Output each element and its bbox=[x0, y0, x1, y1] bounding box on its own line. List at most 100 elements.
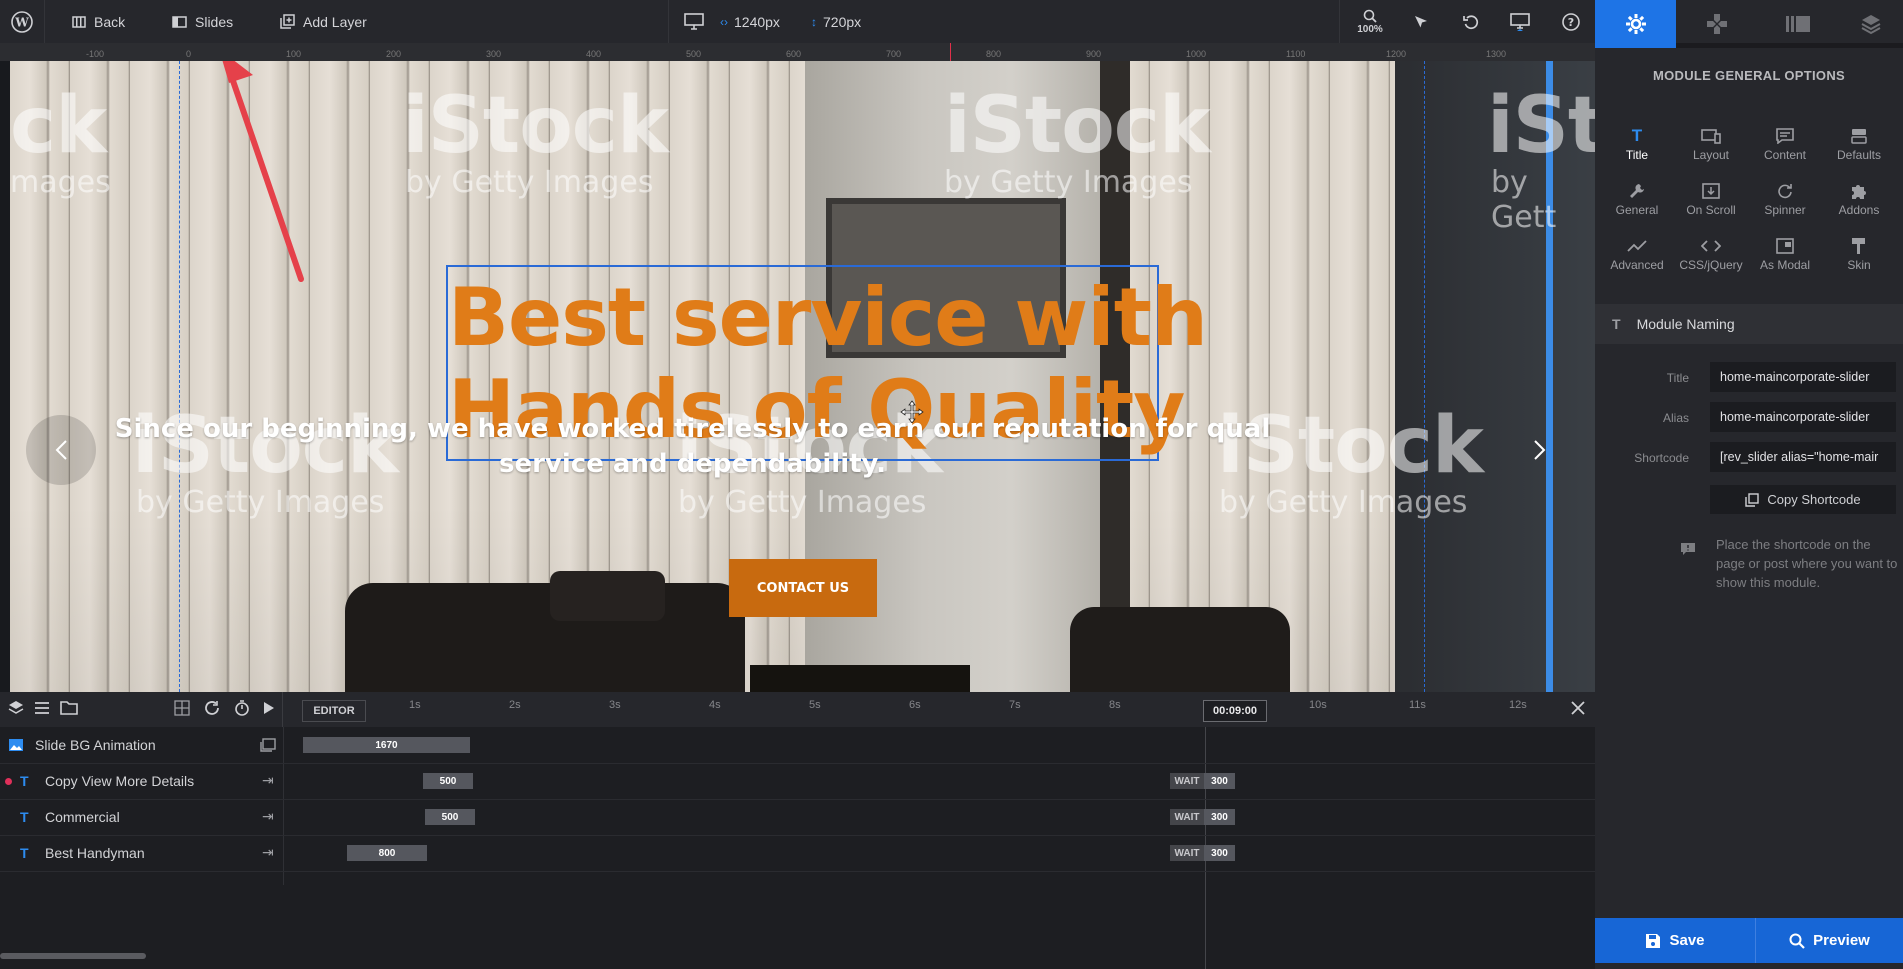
option-as-modal[interactable]: As Modal bbox=[1748, 234, 1822, 272]
grid-icon[interactable] bbox=[174, 700, 190, 721]
help-button[interactable]: ? bbox=[1554, 0, 1588, 43]
title-input[interactable]: home-maincorporate-slider bbox=[1710, 362, 1896, 392]
preview-button[interactable]: Preview bbox=[1756, 918, 1903, 963]
armchair bbox=[1070, 607, 1290, 692]
tab-navigation[interactable] bbox=[1676, 0, 1757, 48]
tab-module-settings[interactable] bbox=[1595, 0, 1676, 48]
animation-bar[interactable]: 500 bbox=[423, 773, 473, 789]
close-icon[interactable] bbox=[1570, 700, 1586, 721]
top-toolbar: W Back Slides Add Layer ‹› 1240px ↕ 720p… bbox=[0, 0, 1903, 48]
canvas-width-field[interactable]: ‹› 1240px bbox=[720, 0, 780, 43]
wait-label: WAIT bbox=[1170, 845, 1204, 861]
loop-icon[interactable] bbox=[204, 700, 220, 721]
animation-bar[interactable]: 800 bbox=[347, 845, 427, 861]
timeline-second: 2s bbox=[509, 699, 521, 711]
gallery-icon[interactable] bbox=[260, 738, 276, 752]
guide-left bbox=[179, 61, 180, 692]
timeline-row[interactable]: T Best Handyman ⇥ 800 WAIT 300 bbox=[0, 835, 1595, 872]
svg-text:?: ? bbox=[1568, 16, 1574, 29]
image-icon bbox=[9, 739, 23, 751]
jump-end-icon[interactable]: ⇥ bbox=[262, 844, 274, 861]
timeline-second: 10s bbox=[1309, 699, 1327, 711]
search-icon bbox=[1789, 933, 1805, 949]
module-naming-header[interactable]: T Module Naming bbox=[1595, 304, 1903, 344]
back-label: Back bbox=[94, 13, 126, 30]
horizontal-scrollbar[interactable] bbox=[0, 953, 146, 959]
save-button[interactable]: Save bbox=[1595, 918, 1755, 963]
layers-icon bbox=[1861, 15, 1880, 35]
chart-icon bbox=[1600, 234, 1674, 258]
list-icon[interactable] bbox=[34, 701, 50, 720]
option-title[interactable]: T Title bbox=[1600, 124, 1674, 162]
option-defaults[interactable]: Defaults bbox=[1822, 124, 1896, 162]
chevron-left-icon bbox=[55, 440, 67, 460]
option-content[interactable]: Content bbox=[1748, 124, 1822, 162]
wordpress-icon[interactable]: W bbox=[6, 0, 38, 43]
current-time-display[interactable]: 00:09:00 bbox=[1203, 700, 1267, 722]
option-advanced[interactable]: Advanced bbox=[1600, 234, 1674, 272]
option-addons[interactable]: Addons bbox=[1822, 179, 1896, 217]
option-label: Advanced bbox=[1610, 258, 1664, 272]
folder-icon[interactable] bbox=[60, 701, 78, 720]
responsive-view-button[interactable] bbox=[1503, 0, 1537, 43]
sofa-cushion bbox=[550, 571, 665, 621]
copy-icon bbox=[1745, 492, 1760, 507]
jump-end-icon[interactable]: ⇥ bbox=[262, 772, 274, 789]
save-label: Save bbox=[1669, 932, 1705, 949]
canvas-height-field[interactable]: ↕ 720px bbox=[811, 0, 861, 43]
jump-end-icon[interactable]: ⇥ bbox=[262, 808, 274, 825]
wait-marker[interactable]: WAIT 300 bbox=[1170, 773, 1235, 789]
wait-marker[interactable]: WAIT 300 bbox=[1170, 809, 1235, 825]
timeline-row[interactable]: Slide BG Animation 1670 bbox=[0, 727, 1595, 764]
subtext-line-2[interactable]: service and dependability. bbox=[0, 449, 1385, 479]
editor-tag[interactable]: EDITOR bbox=[302, 700, 366, 722]
tab-slide-options[interactable] bbox=[1757, 0, 1838, 48]
device-desktop-button[interactable] bbox=[684, 0, 704, 43]
add-layer-button[interactable]: Add Layer bbox=[280, 0, 367, 43]
option-css-jquery[interactable]: CSS/jQuery bbox=[1674, 234, 1748, 272]
preview-label: Preview bbox=[1813, 932, 1870, 949]
undo-button[interactable] bbox=[1454, 0, 1488, 43]
help-icon: ? bbox=[1562, 12, 1580, 31]
next-slide-arrow[interactable] bbox=[1505, 415, 1575, 485]
add-layer-label: Add Layer bbox=[303, 13, 367, 30]
prev-slide-arrow[interactable] bbox=[26, 415, 96, 485]
option-layout[interactable]: Layout bbox=[1674, 124, 1748, 162]
slides-button[interactable]: Slides bbox=[172, 0, 233, 43]
tab-layers[interactable] bbox=[1838, 0, 1903, 48]
contact-us-button[interactable]: CONTACT US bbox=[729, 559, 877, 617]
modal-icon bbox=[1748, 234, 1822, 258]
timeline-row[interactable]: T Copy View More Details ⇥ 500 WAIT 300 bbox=[0, 763, 1595, 800]
wait-marker[interactable]: WAIT 300 bbox=[1170, 845, 1235, 861]
option-on-scroll[interactable]: On Scroll bbox=[1674, 179, 1748, 217]
layers-icon[interactable] bbox=[8, 700, 24, 721]
brush-icon bbox=[1822, 234, 1896, 258]
animation-bar[interactable]: 500 bbox=[425, 809, 475, 825]
animation-bar[interactable]: 1670 bbox=[303, 737, 470, 753]
timer-icon[interactable] bbox=[234, 700, 250, 721]
option-label: Title bbox=[1625, 148, 1649, 162]
alias-input[interactable]: home-maincorporate-slider bbox=[1710, 402, 1896, 432]
copy-shortcode-button[interactable]: Copy Shortcode bbox=[1710, 485, 1896, 514]
shortcode-input[interactable]: [rev_slider alias="home-mair bbox=[1710, 442, 1896, 472]
timeline-second: 12s bbox=[1509, 699, 1527, 711]
option-spinner[interactable]: Spinner bbox=[1748, 179, 1822, 217]
slide-boundary-bar bbox=[1546, 61, 1553, 692]
pointer-button[interactable] bbox=[1404, 0, 1438, 43]
option-skin[interactable]: Skin bbox=[1822, 234, 1896, 272]
play-icon[interactable] bbox=[263, 701, 275, 720]
subtext-line-1[interactable]: Since our beginning, we have worked tire… bbox=[0, 414, 1385, 444]
timeline-row[interactable]: T Commercial ⇥ 500 WAIT 300 bbox=[0, 799, 1595, 836]
timeline-second: 8s bbox=[1109, 699, 1121, 711]
back-button[interactable]: Back bbox=[72, 0, 125, 43]
zoom-button[interactable]: 100% bbox=[1350, 0, 1390, 43]
shortcode-field-label: Shortcode bbox=[1634, 451, 1689, 465]
option-label: General bbox=[1615, 203, 1659, 217]
shortcode-hint: Place the shortcode on the page or post … bbox=[1716, 537, 1898, 590]
cursor-icon bbox=[1415, 15, 1427, 27]
slide-canvas[interactable]: ck mages iStock by Getty Images iStock b… bbox=[0, 61, 1595, 692]
layer-name: Best Handyman bbox=[45, 845, 145, 861]
option-label: On Scroll bbox=[1686, 203, 1736, 217]
defaults-icon bbox=[1822, 124, 1896, 148]
option-general[interactable]: General bbox=[1600, 179, 1674, 217]
